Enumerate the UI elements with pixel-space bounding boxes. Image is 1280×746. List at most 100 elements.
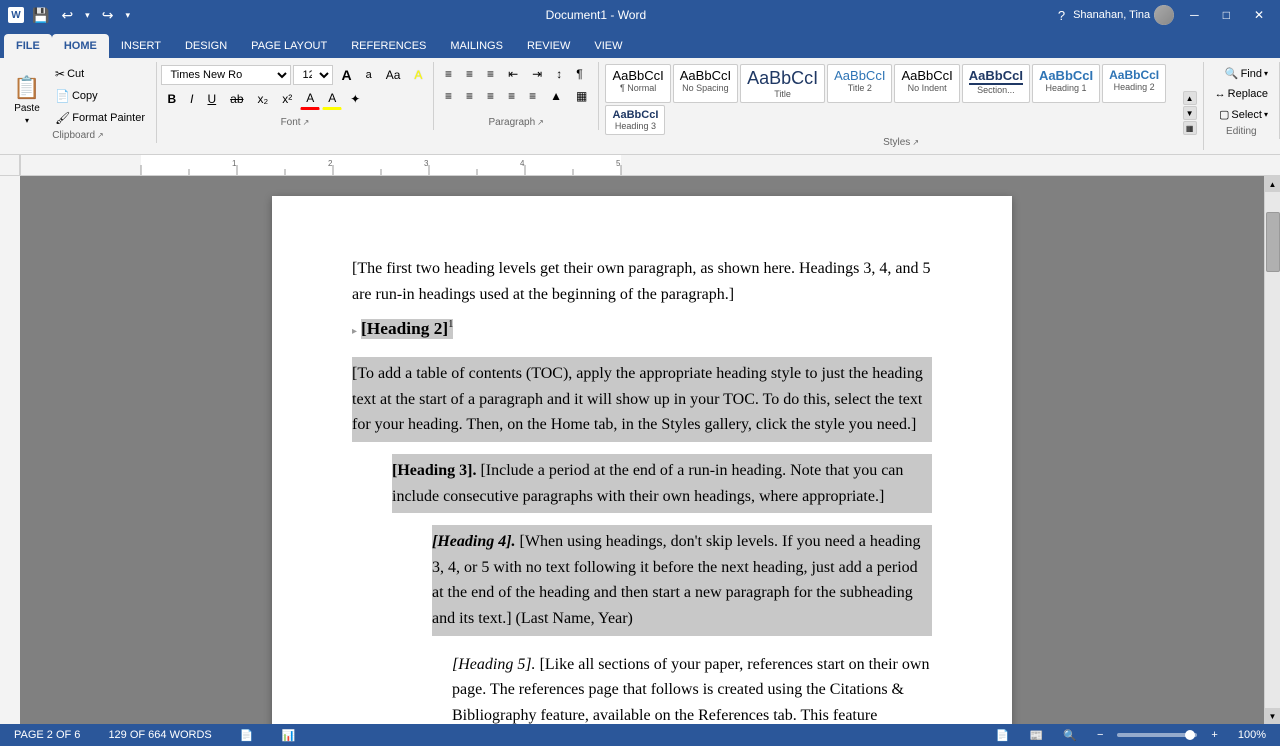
tab-home[interactable]: HOME (52, 34, 109, 58)
paragraph-expand[interactable]: ↗ (537, 118, 544, 127)
style-title2[interactable]: AaBbCcI Title 2 (827, 64, 892, 103)
shading-button[interactable]: ▲ (544, 86, 568, 106)
help-button[interactable]: ? (1058, 8, 1065, 23)
numbering-button[interactable]: ≡ (460, 64, 479, 84)
clipboard-sub-buttons: ✂ Cut 📄 Copy 🖌 Format Painter (50, 64, 150, 128)
center-button[interactable]: ≡ (460, 86, 479, 106)
undo-dropdown[interactable]: ▾ (81, 8, 94, 23)
tab-view[interactable]: VIEW (582, 34, 634, 58)
font-color-button[interactable]: A (300, 88, 320, 110)
editing-label: Editing (1226, 126, 1257, 137)
style-heading3[interactable]: AaBbCcI Heading 3 (605, 105, 665, 135)
zoom-thumb[interactable] (1185, 730, 1195, 740)
increase-indent-button[interactable]: ⇥ (526, 64, 548, 84)
zoom-in-button[interactable]: + (1205, 727, 1223, 743)
heading2-superscript: 1 (448, 319, 453, 330)
language-button[interactable]: 📄 (234, 727, 260, 744)
clipboard-group: 📋 Paste ▾ ✂ Cut 📄 Copy 🖌 Format (0, 62, 157, 143)
borders-button[interactable]: ▦ (570, 86, 593, 106)
status-right: 📄 📰 🔍 − + 100% (990, 727, 1272, 744)
tab-file[interactable]: FILE (4, 34, 52, 58)
font-expand[interactable]: ↗ (303, 118, 310, 127)
save-button[interactable]: 💾 (28, 5, 53, 26)
format-painter-button[interactable]: 🖌 Format Painter (50, 108, 150, 128)
tab-review[interactable]: REVIEW (515, 34, 582, 58)
underline-button[interactable]: U (201, 89, 222, 109)
scroll-down-button[interactable]: ▼ (1265, 708, 1280, 724)
font-grow-button[interactable]: A (335, 64, 357, 86)
style-no-spacing[interactable]: AaBbCcI No Spacing (673, 64, 738, 103)
clipboard-expand[interactable]: ↗ (97, 131, 104, 140)
copy-button[interactable]: 📄 Copy (50, 86, 150, 106)
status-left: PAGE 2 OF 6 129 OF 664 WORDS 📄 📊 (8, 727, 301, 744)
decrease-indent-button[interactable]: ⇤ (502, 64, 524, 84)
zoom-slider[interactable] (1117, 733, 1197, 737)
tab-references[interactable]: REFERENCES (339, 34, 438, 58)
subscript-button[interactable]: x₂ (252, 89, 275, 109)
style-title[interactable]: AaBbCcI Title (740, 64, 825, 103)
scroll-thumb[interactable] (1266, 212, 1280, 272)
superscript-button[interactable]: x² (276, 89, 298, 109)
paragraph-row1: ≡ ≡ ≡ ⇤ ⇥ ↕ ¶ (439, 64, 589, 84)
style-section[interactable]: AaBbCcI Section... (962, 64, 1030, 103)
zoom-level[interactable]: 100% (1232, 727, 1272, 743)
svg-text:5: 5 (616, 159, 621, 168)
heading5-paragraph: [Heading 5]. [Like all sections of your … (452, 648, 932, 724)
font-size-select[interactable]: 12 (293, 65, 333, 85)
change-case-button[interactable]: Aa (380, 65, 407, 85)
strikethrough-button[interactable]: ab (224, 89, 249, 109)
justify-button[interactable]: ≡ (502, 86, 521, 106)
find-button[interactable]: 🔍 Find ▾ (1220, 64, 1273, 83)
tab-design[interactable]: DESIGN (173, 34, 239, 58)
bullets-button[interactable]: ≡ (439, 64, 458, 84)
text-highlight-button[interactable]: A (408, 65, 428, 85)
paste-button[interactable]: 📋 Paste ▾ (6, 72, 48, 128)
show-marks-button[interactable]: ¶ (570, 64, 588, 84)
scroll-up-button[interactable]: ▲ (1265, 176, 1280, 192)
tab-mailings[interactable]: MAILINGS (438, 34, 515, 58)
heading5-label: [Heading 5]. (452, 656, 536, 673)
italic-button[interactable]: I (184, 89, 199, 109)
track-changes-button[interactable]: 📊 (275, 727, 301, 744)
maximize-button[interactable]: □ (1215, 6, 1238, 24)
align-right-button[interactable]: ≡ (481, 86, 500, 106)
bold-button[interactable]: B (161, 89, 182, 109)
style-heading2[interactable]: AaBbCcI Heading 2 (1102, 64, 1166, 103)
minimize-button[interactable]: ─ (1182, 6, 1207, 24)
read-mode-button[interactable]: 📄 (990, 727, 1016, 744)
undo-button[interactable]: ↩ (57, 5, 77, 26)
page-indicator[interactable]: PAGE 2 OF 6 (8, 727, 86, 743)
cut-button[interactable]: ✂ Cut (50, 64, 150, 84)
styles-more[interactable]: ▦ (1183, 121, 1197, 135)
web-layout-button[interactable]: 🔍 (1057, 727, 1083, 744)
style-normal[interactable]: AaBbCcI ¶ Normal (605, 64, 670, 103)
font-name-select[interactable]: Times New Ro (161, 65, 291, 85)
word-count[interactable]: 129 OF 664 WORDS (102, 727, 217, 743)
sort-button[interactable]: ↕ (550, 64, 568, 84)
font-shrink-button[interactable]: a (360, 66, 378, 84)
highlight-color-button[interactable]: A (322, 88, 342, 110)
clear-format-button[interactable]: ✦ (344, 89, 366, 109)
styles-scroll-down[interactable]: ▼ (1183, 106, 1197, 120)
close-button[interactable]: ✕ (1246, 6, 1272, 24)
align-left-button[interactable]: ≡ (439, 86, 458, 106)
replace-button[interactable]: ↔ Replace (1210, 85, 1273, 103)
redo-button[interactable]: ↪ (98, 5, 118, 26)
username: Shanahan, Tina (1073, 9, 1150, 21)
select-button[interactable]: ▢ Select ▾ (1214, 105, 1273, 124)
print-layout-button[interactable]: 📰 (1024, 727, 1050, 744)
zoom-out-button[interactable]: − (1091, 727, 1109, 743)
multilevel-button[interactable]: ≡ (481, 64, 500, 84)
styles-expand[interactable]: ↗ (912, 138, 919, 147)
quick-access-dropdown[interactable]: ▾ (121, 8, 134, 23)
styles-scroll-up[interactable]: ▲ (1183, 91, 1197, 105)
tab-insert[interactable]: INSERT (109, 34, 173, 58)
tab-page-layout[interactable]: PAGE LAYOUT (239, 34, 339, 58)
document-area[interactable]: [The first two heading levels get their … (20, 176, 1264, 724)
style-no-indent[interactable]: AaBbCcI No Indent (894, 64, 959, 103)
intro-paragraph: [The first two heading levels get their … (352, 256, 932, 307)
line-spacing-button[interactable]: ≡ (523, 86, 542, 106)
scroll-track[interactable] (1265, 192, 1280, 708)
main-area: [The first two heading levels get their … (0, 176, 1280, 724)
style-heading1[interactable]: AaBbCcI Heading 1 (1032, 64, 1100, 103)
